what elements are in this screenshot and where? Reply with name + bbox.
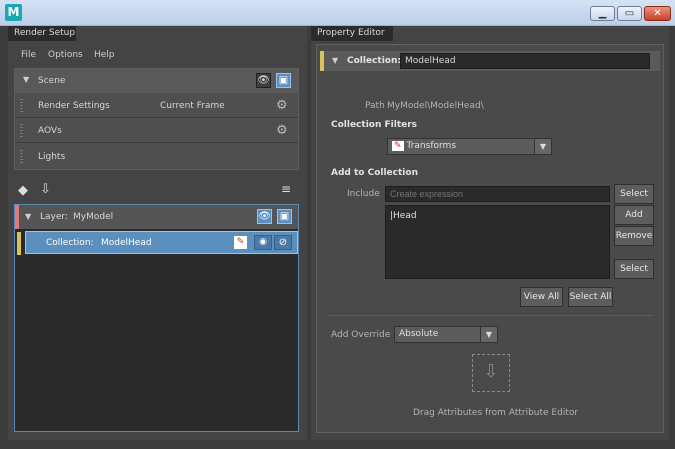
menu-file[interactable]: File [21, 50, 36, 60]
select-button[interactable]: Select [614, 184, 654, 204]
collection-prefix: Collection: [46, 238, 94, 248]
render-settings-label: Render Settings [38, 101, 110, 111]
isolate-icon[interactable]: ◉ [254, 235, 272, 250]
menu-options[interactable]: Options [48, 50, 83, 60]
gear-icon[interactable]: ⚙ [276, 98, 288, 113]
create-layer-icon[interactable]: ◆ [18, 183, 28, 198]
filter-dropdown[interactable]: ✎ Transforms ▼ [387, 138, 552, 155]
collection-name-field[interactable]: ModelHead [400, 53, 650, 69]
layer-color-bar [15, 205, 19, 229]
drop-target-icon[interactable]: ⇩ [472, 354, 510, 392]
maya-logo-icon: M [5, 4, 22, 21]
path-label: Path [365, 101, 385, 111]
property-frame: ▼ Collection: ModelHead Path MyModel\Mod… [316, 44, 664, 433]
collection-color-bar [320, 51, 324, 71]
divider [329, 315, 653, 316]
add-override-label: Add Override [331, 330, 391, 340]
render-layer-icon[interactable]: ▣ [277, 209, 292, 224]
drag-hint-text: Drag Attributes from Attribute Editor [413, 408, 579, 418]
collection-row[interactable]: Collection: ModelHead ✎ ◉ ⊘ [17, 231, 298, 255]
select-all-button[interactable]: Select All [568, 287, 613, 307]
override-value: Absolute [399, 329, 439, 339]
collapse-arrow-icon[interactable]: ▼ [332, 56, 338, 65]
render-setup-panel: Render Setup File Options Help ▼ Scene 👁… [8, 26, 307, 440]
visibility-eye-icon[interactable]: 👁 [256, 73, 271, 88]
transform-filter-icon: ✎ [392, 141, 404, 151]
chevron-down-icon[interactable]: ▼ [534, 139, 551, 154]
path-value: MyModel\ModelHead\ [387, 101, 484, 111]
drag-handle-icon[interactable] [20, 99, 23, 112]
render-layer-icon[interactable]: ▣ [276, 73, 291, 88]
collection-name: ModelHead [101, 238, 152, 248]
filter-value: Transforms [406, 141, 457, 151]
collection-header[interactable]: ▼ Collection: ModelHead [320, 51, 660, 71]
drag-handle-icon[interactable] [20, 150, 23, 163]
lights-label: Lights [38, 152, 66, 162]
scene-section: ▼ Scene 👁 ▣ Render Settings Current Fram… [14, 68, 299, 170]
lights-row[interactable]: Lights [15, 144, 298, 169]
import-icon[interactable]: ⇩ [40, 182, 51, 197]
scene-header[interactable]: ▼ Scene 👁 ▣ [15, 69, 298, 93]
render-settings-value: Current Frame [160, 101, 225, 111]
collapse-arrow-icon[interactable]: ▼ [23, 75, 29, 84]
transform-filter-icon[interactable]: ✎ [234, 236, 247, 249]
aovs-row[interactable]: AOVs ⚙ [15, 119, 298, 143]
minimize-icon[interactable]: ▁ [590, 6, 615, 21]
collection-filters-title: Collection Filters [331, 120, 418, 130]
chevron-down-icon[interactable]: ▼ [480, 327, 497, 342]
tab-render-setup[interactable]: Render Setup [8, 26, 76, 41]
disable-icon[interactable]: ⊘ [274, 235, 292, 250]
render-settings-row[interactable]: Render Settings Current Frame ⚙ [15, 94, 298, 118]
include-label: Include [347, 189, 380, 199]
layers-list[interactable]: ▼ Layer: MyModel 👁 ▣ Collection: ModelHe… [14, 204, 299, 432]
add-to-collection-title: Add to Collection [331, 168, 418, 178]
override-dropdown[interactable]: Absolute ▼ [394, 326, 498, 343]
collection-label: Collection: [347, 56, 401, 66]
aovs-label: AOVs [38, 126, 62, 136]
view-all-button[interactable]: View All [520, 287, 563, 307]
list-item[interactable]: |Head [390, 211, 417, 221]
collapse-arrow-icon[interactable]: ▼ [25, 212, 31, 221]
tab-property-editor[interactable]: Property Editor [311, 26, 393, 41]
collection-color-bar [17, 232, 21, 255]
layer-row[interactable]: ▼ Layer: MyModel 👁 ▣ [15, 205, 298, 229]
visibility-eye-icon[interactable]: 👁 [257, 209, 272, 224]
remove-button[interactable]: Remove [614, 226, 654, 246]
layer-name: MyModel [73, 212, 114, 222]
menu-help[interactable]: Help [94, 50, 115, 60]
layer-prefix: Layer: [40, 212, 68, 222]
gear-icon[interactable]: ⚙ [276, 123, 288, 138]
include-expression-input[interactable] [385, 186, 610, 202]
maximize-icon[interactable]: ▭ [617, 6, 642, 21]
window-title-bar[interactable]: M ▁ ▭ ✕ [0, 0, 675, 26]
add-button[interactable]: Add [614, 205, 654, 225]
close-icon[interactable]: ✕ [644, 6, 671, 21]
property-editor-panel: Property Editor ▼ Collection: ModelHead … [311, 26, 669, 440]
sort-list-icon[interactable]: ≡ [281, 182, 291, 196]
scene-label: Scene [38, 76, 66, 86]
collection-members-list[interactable]: |Head [385, 205, 610, 279]
drag-handle-icon[interactable] [20, 124, 23, 137]
select-members-button[interactable]: Select [614, 259, 654, 279]
